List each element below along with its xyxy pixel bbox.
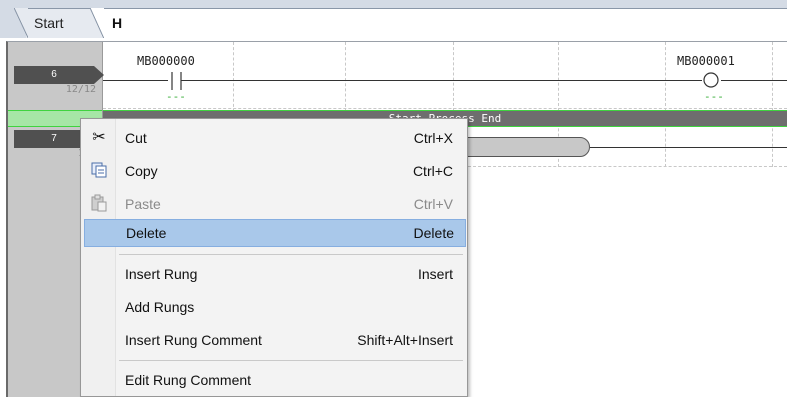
- rung-wire: [721, 80, 787, 81]
- coil-device-label[interactable]: MB000001: [677, 54, 735, 68]
- grid-line: [345, 42, 346, 112]
- tab-strip: Start H: [0, 0, 787, 39]
- menu-item-add-rungs[interactable]: Add Rungs: [83, 293, 465, 321]
- menu-item-label: Cut: [125, 130, 147, 146]
- menu-separator: [119, 360, 463, 361]
- menu-item-shortcut: Insert: [417, 266, 453, 282]
- menu-item-label: Paste: [125, 196, 161, 212]
- copy-icon: [89, 161, 109, 181]
- coil-comment: ---: [704, 90, 724, 103]
- rung-step: 12/12: [65, 84, 96, 95]
- menu-item-shortcut: Delete: [413, 225, 454, 241]
- menu-item-edit-rung-comment[interactable]: Edit Rung Comment: [83, 366, 465, 394]
- scissors-icon: ✂: [92, 129, 106, 146]
- rung-wire: [181, 80, 702, 81]
- rung-wire: [590, 147, 787, 148]
- menu-item-label: Copy: [125, 163, 158, 179]
- menu-item-label: Insert Rung: [125, 266, 198, 282]
- menu-item-delete[interactable]: Delete Delete: [84, 219, 466, 247]
- paste-icon: [89, 194, 109, 214]
- menu-item-label: Add Rungs: [125, 299, 195, 315]
- menu-item-copy[interactable]: Copy Ctrl+C: [83, 157, 465, 185]
- grid-line: [772, 42, 773, 167]
- tab-h-label: H: [112, 15, 123, 31]
- grid-line: [665, 42, 666, 167]
- tab-edge: [14, 8, 28, 38]
- rung-wire: [103, 80, 168, 81]
- menu-item-insert-rung-comment[interactable]: Insert Rung Comment Shift+Alt+Insert: [83, 326, 465, 354]
- grid-line: [233, 42, 234, 112]
- tab-start-label: Start: [34, 15, 64, 31]
- menu-item-cut[interactable]: ✂ Cut Ctrl+X: [83, 124, 465, 152]
- menu-item-label: Edit Rung Comment: [125, 372, 252, 388]
- menu-item-label: Delete: [126, 225, 167, 241]
- coil-symbol[interactable]: [700, 72, 722, 90]
- context-menu: ✂ Cut Ctrl+X Copy Ctrl+C Paste Ctrl+V De…: [80, 118, 468, 397]
- menu-separator: [119, 254, 463, 255]
- grid-line: [103, 108, 787, 109]
- rung-number: 6: [14, 66, 104, 84]
- menu-item-shortcut: Ctrl+V: [413, 196, 453, 212]
- tab-edge: [90, 8, 104, 39]
- contact-device-label[interactable]: MB000000: [137, 54, 195, 68]
- tab-h[interactable]: H: [90, 8, 787, 39]
- contact-symbol[interactable]: [164, 70, 190, 92]
- menu-item-shortcut: Ctrl+X: [413, 130, 453, 146]
- grid-line: [468, 166, 787, 167]
- menu-item-shortcut: Shift+Alt+Insert: [357, 332, 453, 348]
- menu-item-label: Insert Rung Comment: [125, 332, 262, 348]
- menu-item-shortcut: Ctrl+C: [412, 163, 453, 179]
- contact-comment: ---: [166, 90, 186, 103]
- menu-item-insert-rung[interactable]: Insert Rung Insert: [83, 260, 465, 288]
- menu-item-paste[interactable]: Paste Ctrl+V: [83, 190, 465, 218]
